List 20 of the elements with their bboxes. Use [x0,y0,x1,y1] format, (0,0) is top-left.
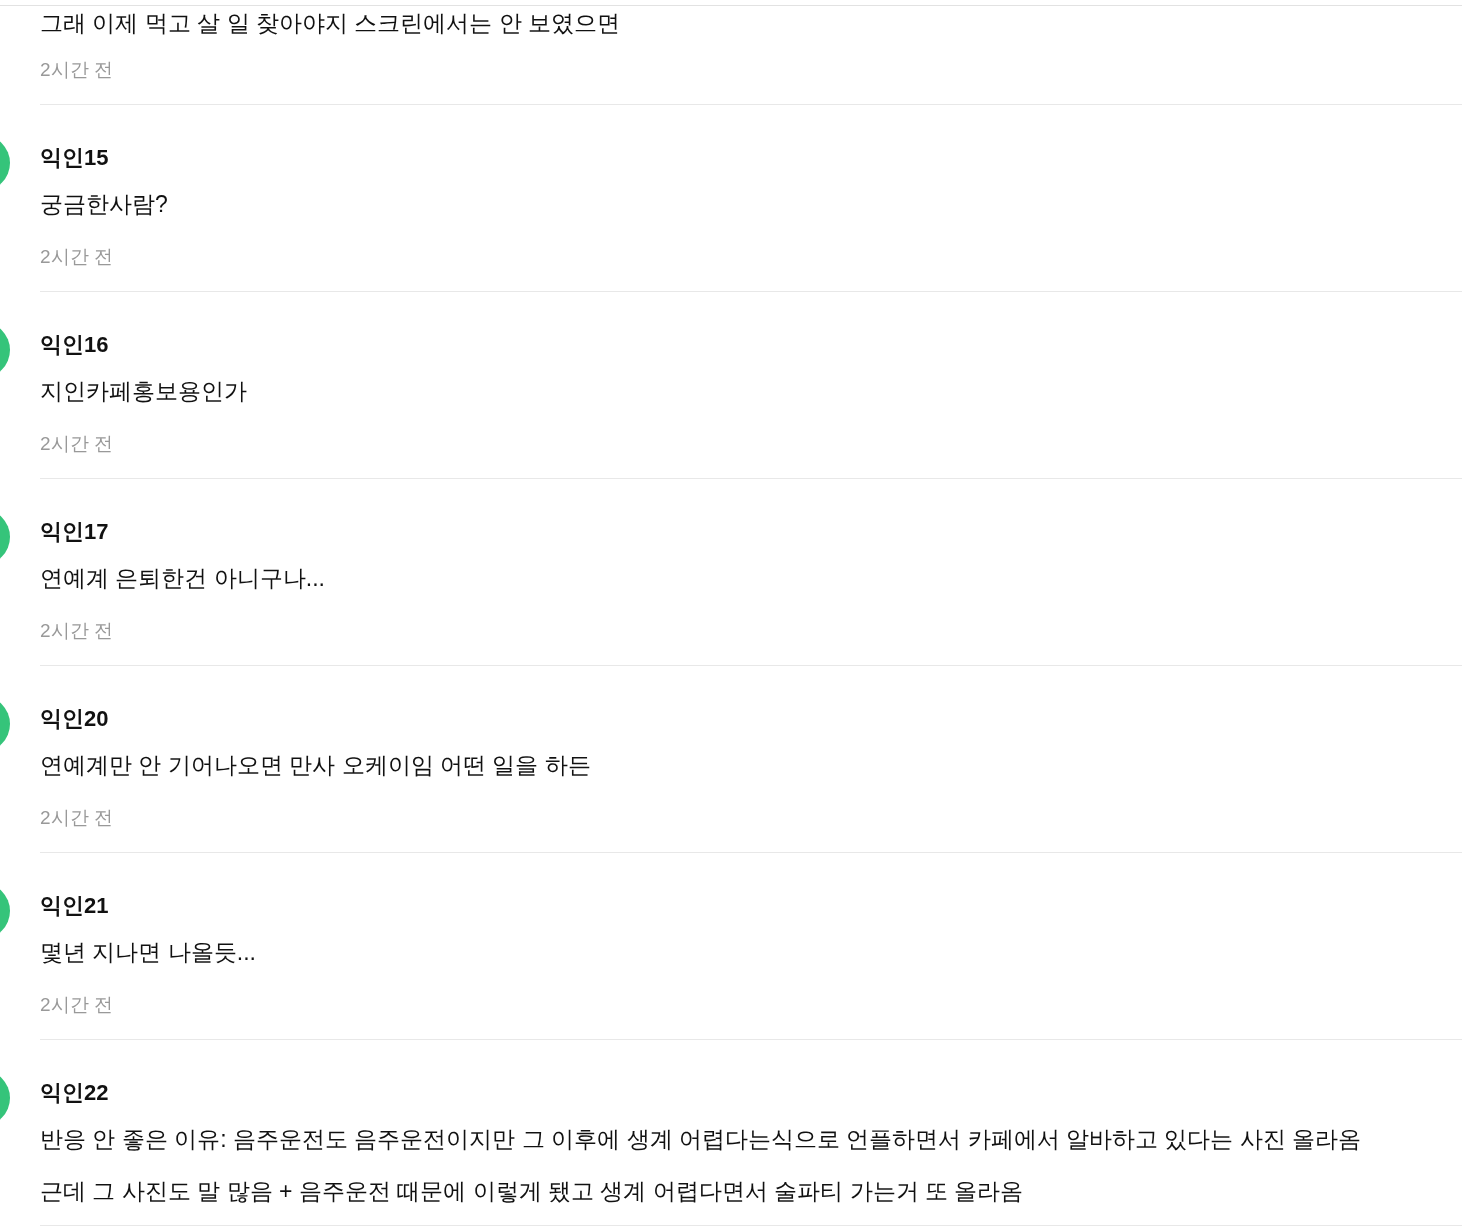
author-name: 익인22 [40,1079,110,1107]
comment-text: 반응 안 좋은 이유: 음주운전도 음주운전이지만 그 이후에 생계 어렵다는식으로 언플하면서 카페에서 알바하고 있다는 사진 올라옴 [40,1125,1363,1154]
timestamp: 2시간 전 [40,619,114,643]
timestamp: 2시간 전 [40,993,114,1017]
author-name: 익인21 [40,892,110,920]
timestamp: 2시간 전 [40,58,114,82]
comment-text: 연예계 은퇴한건 아니구나... [40,564,326,593]
comment-text: 지인카페홍보용인가 [40,377,248,406]
timestamp: 2시간 전 [40,806,114,830]
timestamp: 2시간 전 [40,245,114,269]
comment-text: 근데 그 사진도 말 많음 + 음주운전 때문에 이렇게 됐고 생계 어렵다면서 술파티 가는거 또 올라옴 [40,1177,1025,1206]
comment-text: 몇년 지나면 나올듯... [40,938,257,967]
author-name: 익인16 [40,331,110,359]
timestamp: 2시간 전 [40,432,114,456]
comment-text: 그래 이제 먹고 살 일 찾아야지 스크린에서는 안 보였으면 [40,9,622,38]
author-name: 익인17 [40,518,110,546]
author-name: 익인15 [40,144,110,172]
comment-text: 궁금한사람? [40,190,169,219]
comment-text: 연예계만 안 기어나오면 만사 오케이임 어떤 일을 하든 [40,751,592,780]
author-name: 익인20 [40,705,110,733]
